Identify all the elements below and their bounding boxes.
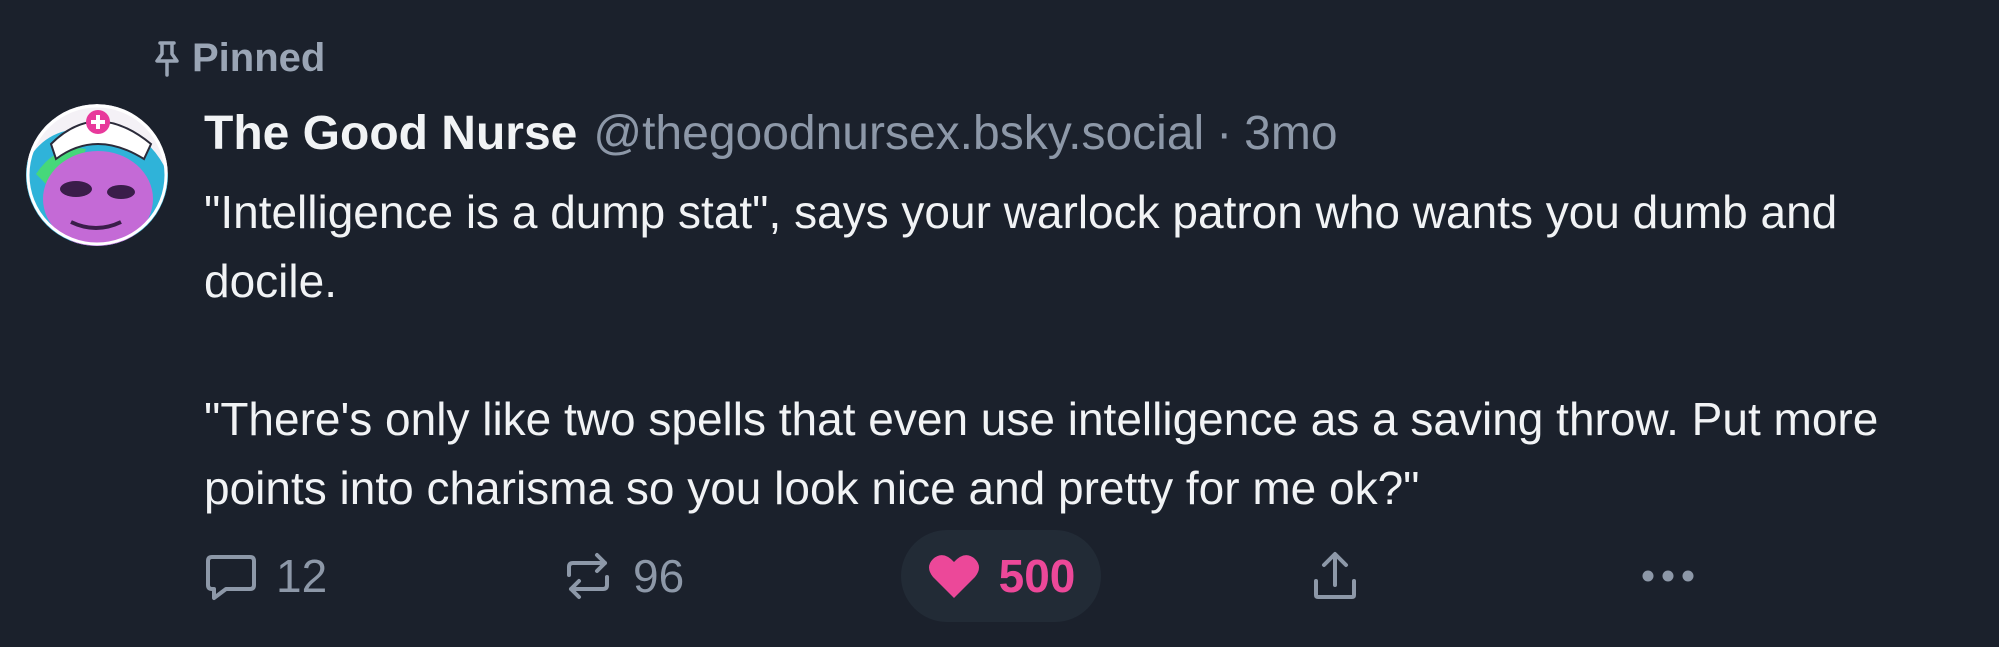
heart-icon [927,551,981,601]
like-count: 500 [998,550,1076,602]
post-paragraph: "Intelligence is a dump stat", says your… [204,186,1838,307]
post-timestamp[interactable]: 3mo [1244,100,1337,168]
repost-count: 96 [633,550,685,602]
more-options-button[interactable] [1638,530,1698,622]
post-card[interactable]: Pinned The Good Nurse @thegoodnursex.bsk… [0,0,1999,647]
reply-count: 12 [276,550,328,602]
pinned-indicator: Pinned [152,36,325,81]
share-upload-icon [1308,549,1362,603]
post-paragraph: "There's only like two spells that even … [204,393,1879,514]
repost-arrows-icon [561,549,615,603]
like-button[interactable]: 500 [901,530,1101,622]
avatar[interactable] [26,104,168,246]
speech-bubble-icon [204,549,258,603]
pin-icon [152,39,182,79]
pinned-label: Pinned [192,36,326,80]
post-header: The Good Nurse @thegoodnursex.bsky.socia… [204,100,1979,168]
reply-button[interactable]: 12 [204,530,327,622]
share-button[interactable] [1308,530,1362,622]
post-actions: 12 96 500 [204,530,1704,622]
author-display-name[interactable]: The Good Nurse [204,100,577,168]
header-separator: · [1216,107,1233,160]
ellipsis-icon [1638,566,1698,586]
post-text: "Intelligence is a dump stat", says your… [204,178,1979,523]
repost-button[interactable]: 96 [561,530,684,622]
author-handle[interactable]: @thegoodnursex.bsky.social [593,100,1204,168]
